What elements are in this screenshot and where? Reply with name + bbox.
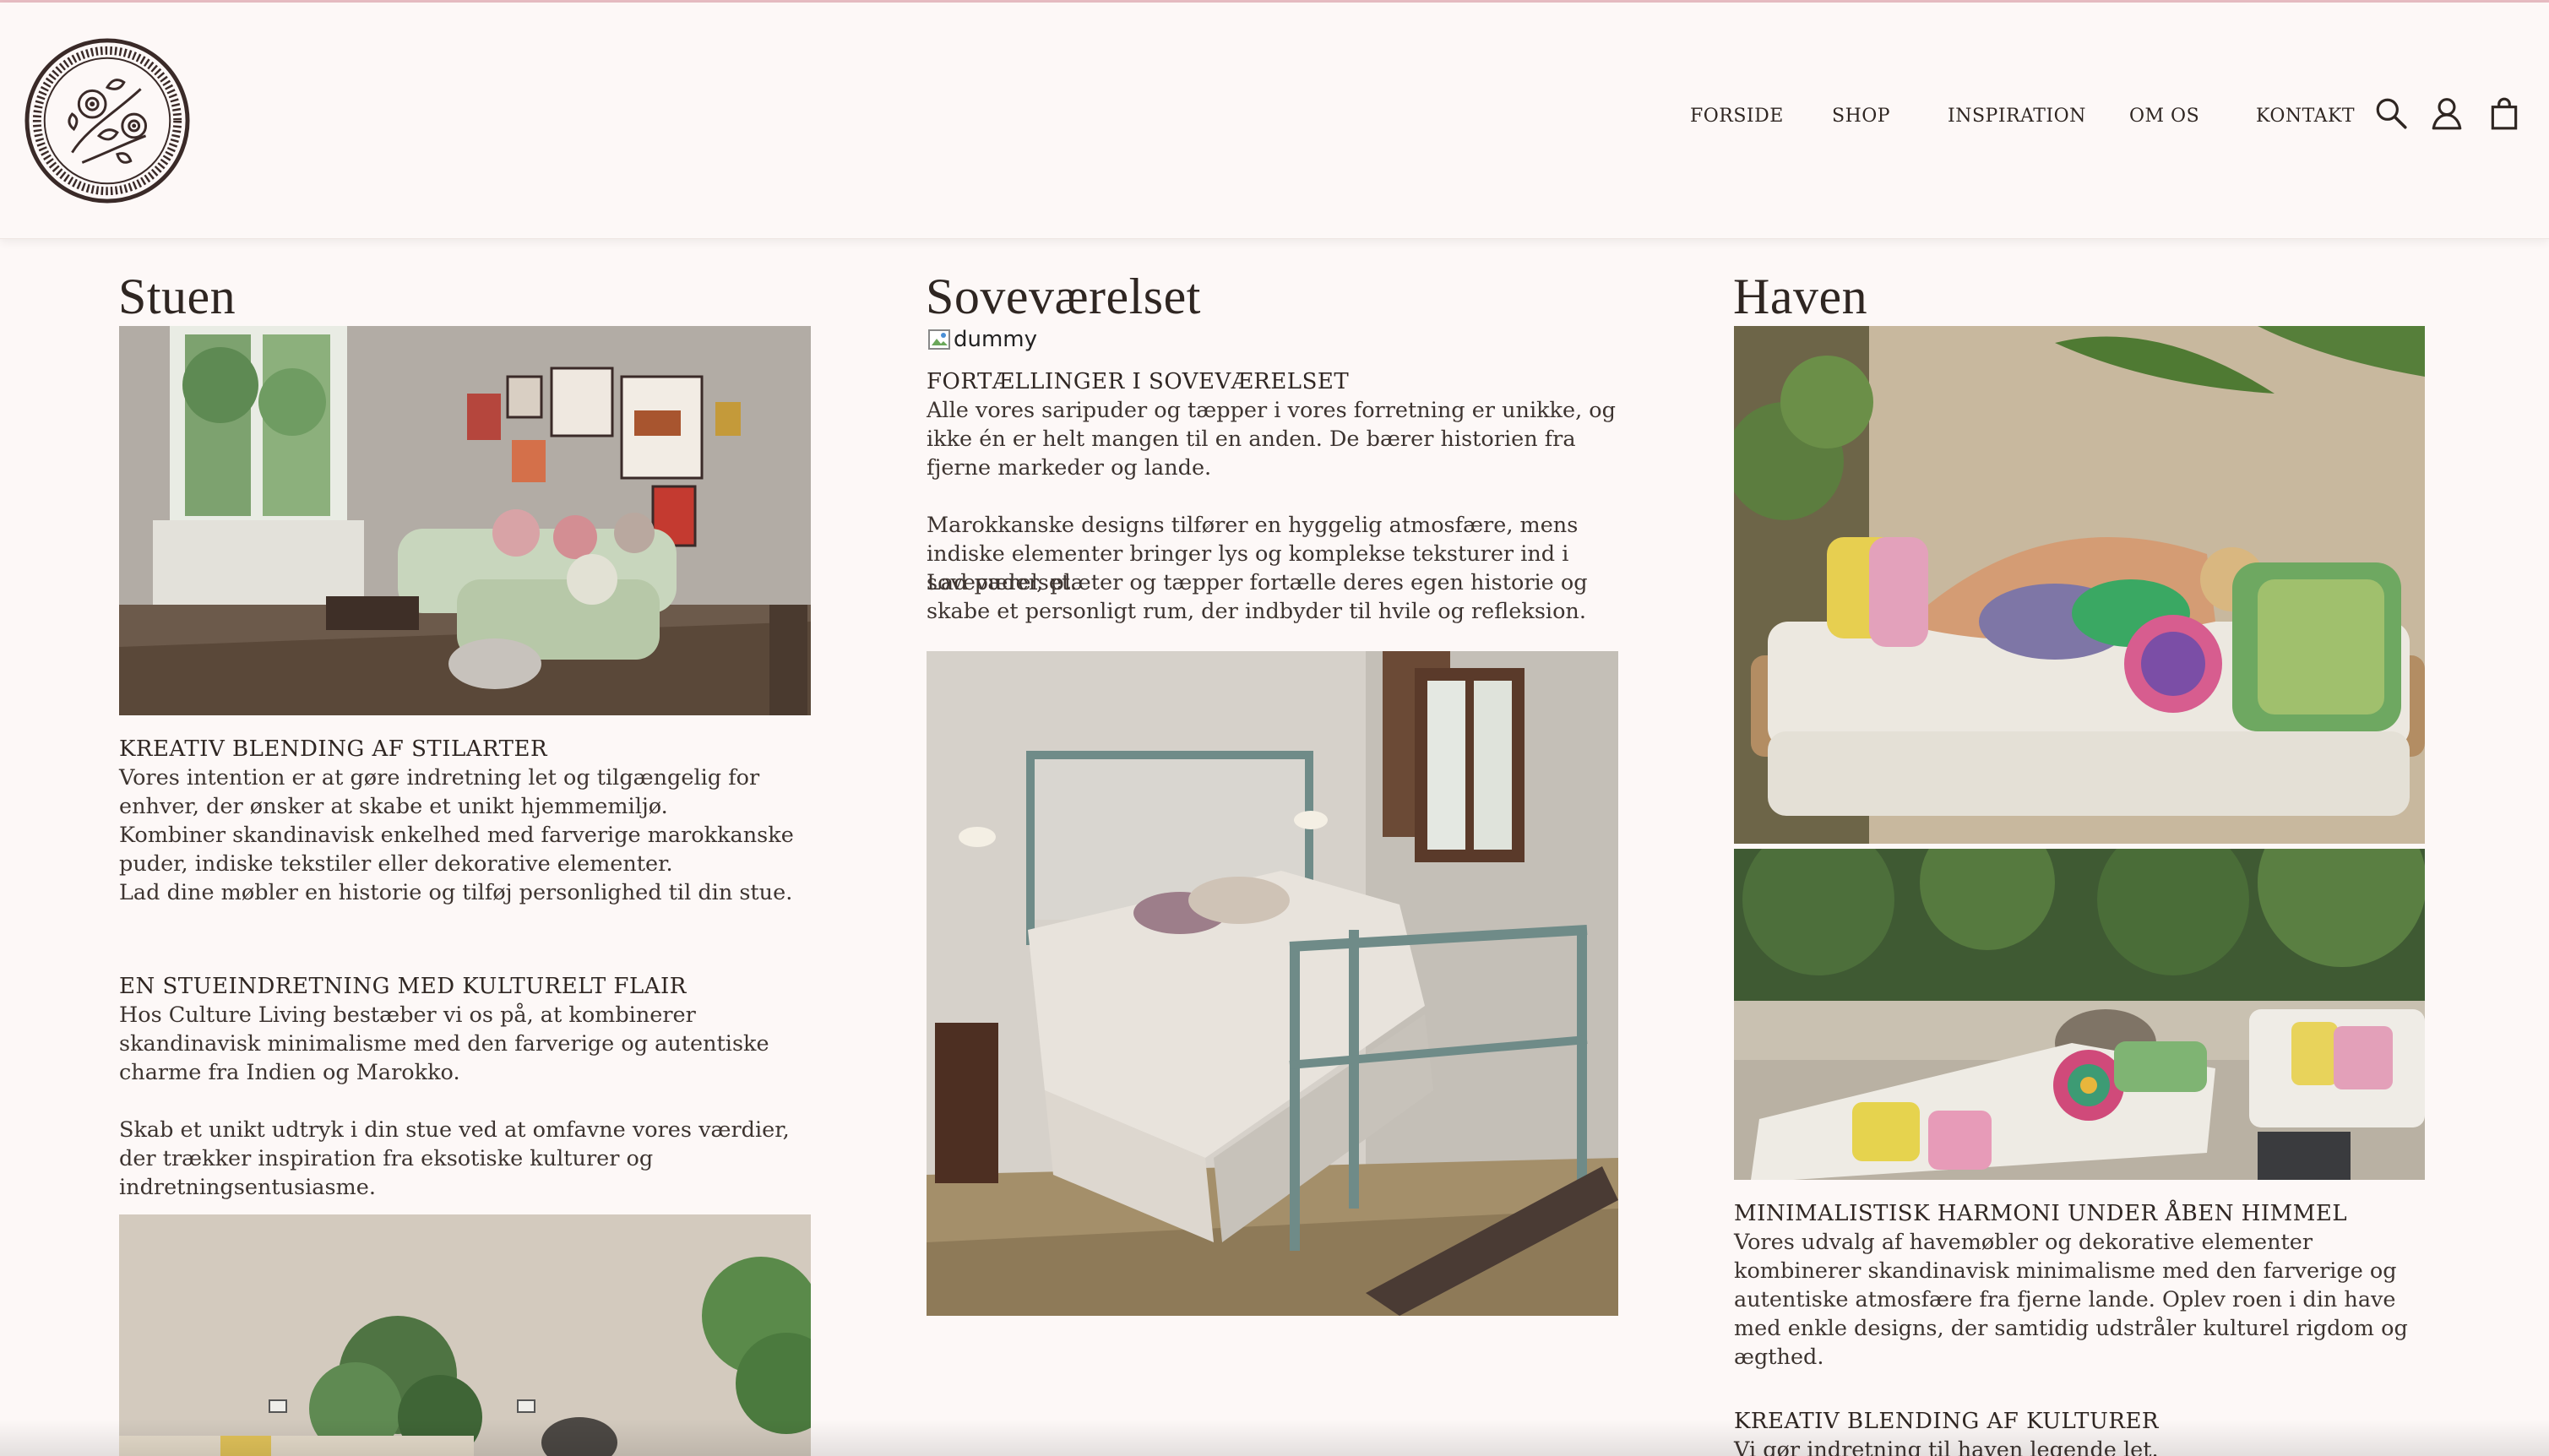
search-icon[interactable] [2373, 95, 2409, 131]
sovevaerelset-heading: FORTÆLLINGER I SOVEVÆRELSET [927, 369, 1350, 394]
stuen-title: Stuen [118, 269, 236, 324]
haven-section-2-heading: KREATIV BLENDING AF KULTURER [1734, 1409, 2160, 1434]
sovevaerelset-bedroom-photo [927, 651, 1618, 1316]
nav-inspiration[interactable]: INSPIRATION [1948, 106, 2086, 127]
stuen-section-2-paragraph-1: Hos Culture Living bestæber vi os på, at… [119, 1002, 769, 1085]
haven-section-1-heading: MINIMALISTISK HARMONI UNDER ÅBEN HIMMEL [1734, 1201, 2348, 1226]
nav-om-os[interactable]: OM OS [2129, 106, 2199, 127]
cart-icon[interactable] [2486, 95, 2522, 131]
nav-kontakt[interactable]: KONTAKT [2256, 106, 2355, 127]
nav-shop[interactable]: SHOP [1832, 106, 1890, 127]
stuen-living-room-photo [119, 326, 811, 715]
main-nav: FORSIDE SHOP INSPIRATION OM OS KONTAKT [0, 106, 2549, 131]
stuen-section-1-paragraph-3: Lad dine møbler en historie og tilføj pe… [119, 880, 793, 905]
stuen-section-1-heading: KREATIV BLENDING AF STILARTER [119, 736, 548, 762]
sovevaerelset-title: Soveværelset [926, 269, 1201, 324]
sovevaerelset-paragraph-3: Lad puder, plæter og tæpper fortælle der… [927, 570, 1588, 624]
haven-column: Haven [1733, 266, 2426, 327]
broken-image-placeholder: dummy [927, 327, 1037, 352]
sovevaerelset-column: Soveværelset [926, 266, 1618, 327]
haven-patio-photo [1734, 849, 2425, 1180]
stuen-section-2-paragraph-2: Skab et unikt udtryk i din stue ved at o… [119, 1117, 790, 1200]
stuen-section-2-heading: EN STUEINDRETNING MED KULTURELT FLAIR [119, 974, 687, 999]
broken-image-alt-text: dummy [954, 327, 1038, 352]
site-header: FORSIDE SHOP INSPIRATION OM OS KONTAKT [0, 3, 2549, 239]
account-icon[interactable] [2429, 95, 2465, 131]
stuen-section-1-paragraph-2: Kombiner skandinavisk enkelhed med farve… [119, 823, 794, 877]
stuen-garden-room-photo [119, 1214, 811, 1456]
haven-section-1-paragraph-1: Vores udvalg af havemøbler og dekorative… [1734, 1230, 2408, 1370]
sovevaerelset-paragraph-1: Alle vores saripuder og tæpper i vores f… [927, 398, 1616, 481]
nav-forside[interactable]: FORSIDE [1690, 106, 1784, 127]
haven-title: Haven [1733, 269, 1868, 324]
stuen-column: Stuen [118, 266, 811, 327]
stuen-section-1-paragraph-1: Vores intention er at gøre indretning le… [119, 765, 760, 819]
haven-section-2-paragraph-1: Vi gør indretning til haven legende let. [1734, 1437, 2159, 1456]
haven-lounging-photo [1734, 326, 2425, 844]
broken-image-icon [927, 327, 952, 352]
